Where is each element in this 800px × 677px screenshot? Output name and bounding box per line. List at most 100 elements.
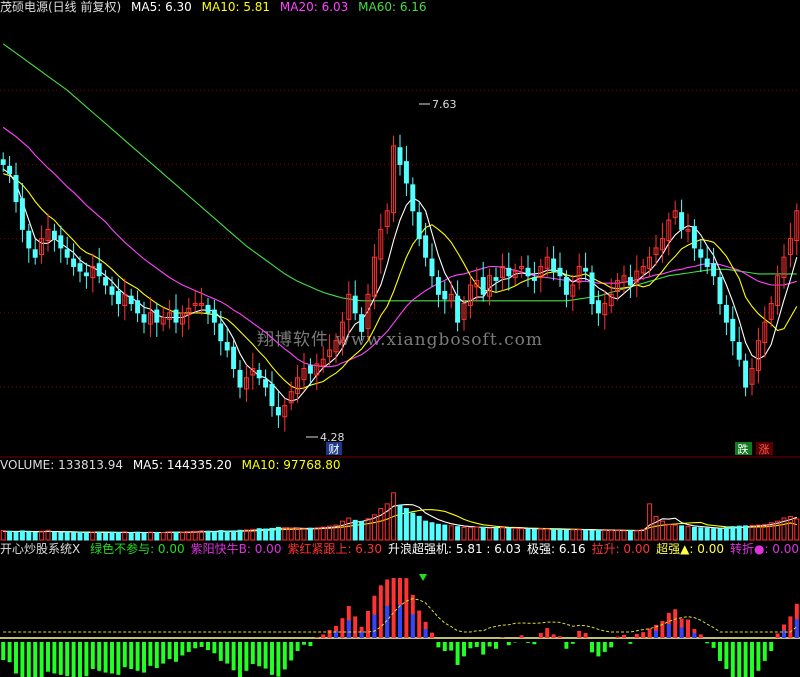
indicator-bar-negative (78, 642, 82, 677)
indicator-bar-negative (474, 642, 479, 647)
indicator-bar-negative (206, 642, 210, 651)
candle-body (83, 272, 89, 277)
ma10-line (3, 173, 798, 390)
volume-bar (583, 529, 589, 541)
volume-bar (512, 527, 518, 541)
indicator-bar-positive (366, 611, 370, 638)
volume-bar (627, 530, 633, 541)
indicator-bar-negative (756, 642, 761, 671)
volume-bar (359, 520, 365, 541)
candle-body (275, 406, 281, 416)
indicator-bar-positive (545, 628, 550, 638)
volume-bar (109, 531, 115, 541)
indicator-bar-positive (686, 619, 690, 638)
volume-bar (723, 526, 729, 541)
volume-bar (487, 527, 493, 541)
indicator-bar-negative (84, 642, 89, 677)
candle-body (256, 369, 262, 379)
ma60-legend: MA60: 6.16 (358, 0, 427, 14)
indicator-bar-positive (583, 633, 588, 638)
volume-bar (570, 529, 576, 541)
candle-body (269, 383, 275, 407)
volume-bar (474, 526, 480, 541)
volume-bar (96, 531, 102, 541)
candle-body (416, 212, 422, 240)
indicator-bar-negative (602, 642, 607, 652)
volume-bar (365, 518, 371, 541)
indicator-bar-blue (372, 614, 377, 638)
indicator-bar-positive (378, 585, 383, 638)
volume-bar (538, 528, 544, 541)
candle-body (13, 175, 19, 203)
indicator-bar-negative (218, 642, 223, 661)
indicator-name: 开心炒股系统X (0, 542, 81, 556)
volume-bar (717, 528, 723, 541)
candle-body (595, 300, 601, 314)
volume-bar (499, 526, 505, 541)
volume-bar (154, 531, 160, 541)
indicator-bar-negative (526, 642, 530, 643)
volume-bar (423, 520, 429, 541)
volume-bar (647, 503, 653, 541)
candle-body (723, 304, 729, 323)
volume-bar (608, 530, 614, 541)
volume-bar (698, 527, 704, 541)
indicator-bar-negative (7, 642, 12, 663)
volume-bar (403, 508, 409, 541)
indicator-bar-negative (711, 642, 716, 648)
volume-bar (576, 529, 582, 541)
indicator-bar-positive (404, 578, 409, 638)
indicator-bar-negative (90, 642, 95, 669)
indicator-bar-positive (327, 629, 332, 638)
candle-body (109, 286, 115, 295)
indicator-bar-negative (52, 642, 57, 674)
candle-body (263, 379, 269, 388)
indicator-bar-blue (398, 605, 402, 638)
indicator-bar-negative (46, 642, 50, 672)
indicator-bar-negative (570, 642, 575, 644)
indicator-bar-negative (449, 642, 454, 651)
indicator-bar-negative (295, 642, 300, 651)
indicator-bar-negative (462, 642, 466, 657)
volume-bar (563, 529, 569, 541)
indicator-bar-positive (519, 635, 524, 638)
indicator-bar-negative (302, 642, 306, 645)
candle-body (307, 365, 313, 374)
indicator-bar-negative (193, 642, 198, 649)
volume-bar (173, 531, 179, 541)
candle-body (231, 346, 237, 370)
volume-bar (429, 522, 435, 541)
volume-bar (519, 528, 525, 541)
volume-bar (352, 519, 358, 541)
ma5-legend: MA5: 6.30 (131, 0, 192, 14)
candle-body (173, 309, 179, 323)
candle-body (679, 212, 685, 230)
indicator-bar-negative (487, 642, 492, 647)
volume-bar (39, 530, 45, 541)
volume-bar (32, 531, 38, 541)
candle-body (557, 267, 563, 277)
indicator-bar-blue (346, 620, 351, 638)
volume-bar (749, 525, 755, 541)
indicator-bar-negative (596, 642, 601, 657)
volume-bar (186, 531, 192, 541)
candle-body (397, 147, 403, 165)
volume-bar (794, 518, 800, 541)
indicator-bar-positive (314, 637, 319, 638)
indicator-bar-negative (212, 642, 217, 654)
candle-body (423, 235, 429, 258)
indicator-bar-negative (20, 642, 25, 677)
indicator-legend-item: 转折●: 0.00 (729, 542, 800, 556)
indicator-legend-item: 升浪超强机: 5.81 : 6.03 (388, 542, 521, 556)
indicator-bar-blue (423, 629, 428, 638)
candle-body (58, 235, 64, 249)
indicator-bar-positive (391, 578, 396, 638)
indicator-bar-blue (359, 631, 364, 638)
indicator-bar-positive (353, 616, 358, 638)
indicator-bar-negative (724, 642, 729, 669)
candle-body (480, 277, 486, 295)
indicator-bar-negative (225, 642, 230, 664)
indicator-panel-header: 开心炒股系统X 绿色不参与: 0.00 紫阳快牛B: 0.00 紫红紧跟上: 6.3… (0, 542, 800, 556)
volume-ma10-legend: MA10: 97768.80 (241, 458, 341, 472)
volume-bar (346, 517, 352, 541)
